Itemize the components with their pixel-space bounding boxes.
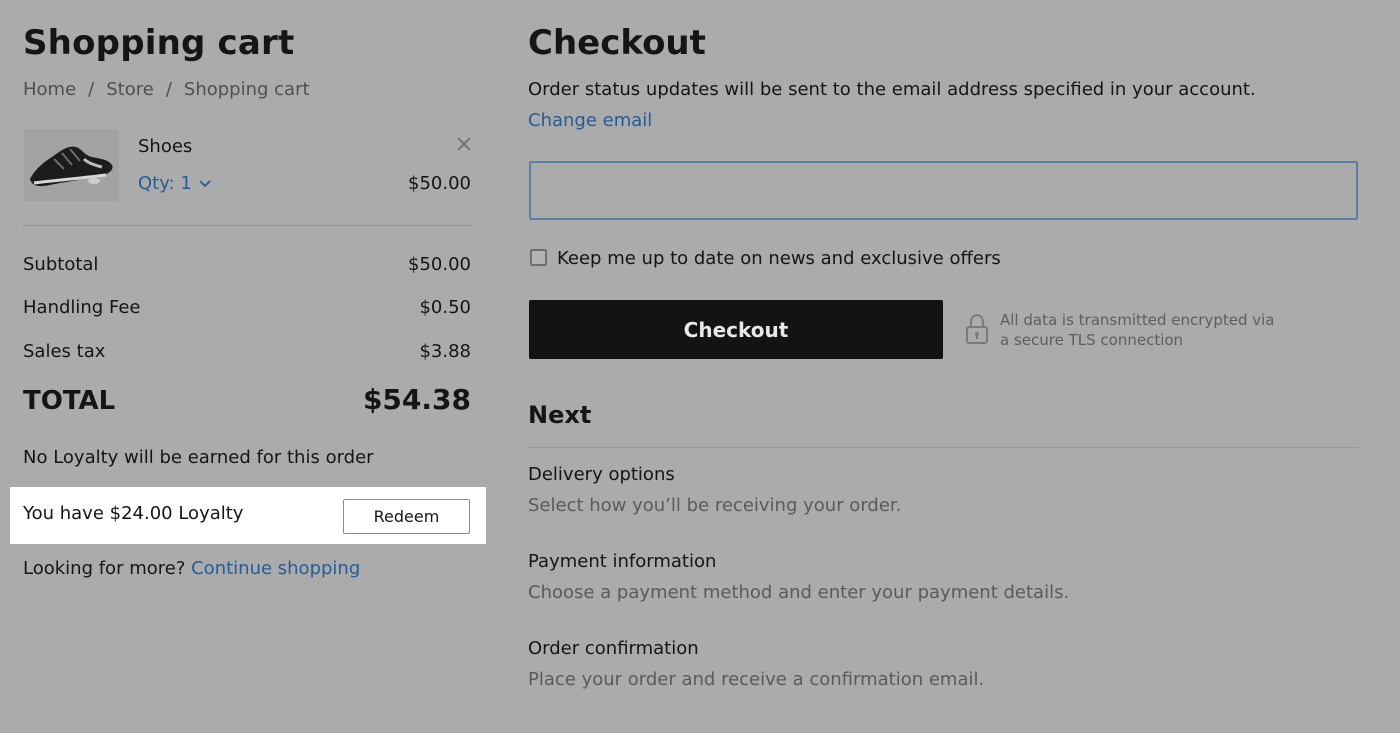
step-desc-delivery: Select how you’ll be receiving your orde… [528, 495, 902, 516]
cart-item-name: Shoes [138, 136, 193, 157]
quantity-label: Qty: 1 [138, 173, 192, 194]
checkout-button[interactable]: Checkout [529, 300, 943, 359]
breadcrumb-store[interactable]: Store [106, 79, 154, 100]
newsletter-label[interactable]: Keep me up to date on news and exclusive… [557, 247, 1001, 271]
sneaker-image [24, 129, 119, 201]
email-field[interactable] [529, 161, 1358, 220]
subtotal-label: Subtotal [23, 254, 99, 275]
breadcrumb-separator: / [165, 79, 172, 100]
total-label: TOTAL [23, 386, 116, 416]
breadcrumb: Home / Store / Shopping cart [23, 78, 310, 102]
secure-note-line2: a secure TLS connection [1000, 331, 1184, 349]
step-title-confirmation: Order confirmation [528, 638, 699, 659]
checkout-title: Checkout [528, 23, 706, 63]
step-title-delivery: Delivery options [528, 464, 675, 485]
cart-item-price: $50.00 [408, 173, 471, 194]
product-thumbnail[interactable] [24, 129, 119, 201]
step-title-payment: Payment information [528, 551, 717, 572]
sales-tax-label: Sales tax [23, 341, 106, 362]
step-desc-confirmation: Place your order and receive a confirmat… [528, 669, 985, 690]
breadcrumb-separator: / [88, 79, 95, 100]
handling-fee-value: $0.50 [419, 297, 471, 318]
change-email-link[interactable]: Change email [528, 109, 652, 133]
divider [528, 447, 1358, 448]
chevron-down-icon [199, 180, 211, 188]
order-status-note: Order status updates will be sent to the… [528, 79, 1256, 100]
secure-connection-note: All data is transmitted encrypted via a … [1000, 310, 1300, 350]
continue-shopping-row: Looking for more? Continue shopping [23, 557, 360, 581]
handling-fee-label: Handling Fee [23, 297, 141, 318]
lock-icon [966, 313, 988, 344]
cart-title: Shopping cart [23, 23, 295, 63]
close-icon[interactable] [454, 134, 474, 154]
loyalty-balance: You have $24.00 Loyalty [23, 503, 244, 524]
loyalty-panel: You have $24.00 Loyalty Redeem [10, 487, 486, 544]
looking-for-more-text: Looking for more? [23, 558, 186, 579]
breadcrumb-home[interactable]: Home [23, 79, 76, 100]
total-value: $54.38 [362, 383, 471, 416]
next-section-title: Next [528, 401, 592, 429]
step-desc-payment: Choose a payment method and enter your p… [528, 582, 1070, 603]
divider [23, 225, 472, 226]
subtotal-value: $50.00 [408, 254, 471, 275]
redeem-button[interactable]: Redeem [343, 499, 470, 534]
newsletter-checkbox[interactable] [530, 249, 547, 266]
sales-tax-value: $3.88 [419, 341, 471, 362]
continue-shopping-link[interactable]: Continue shopping [191, 558, 360, 579]
secure-note-line1: All data is transmitted encrypted via [1000, 311, 1275, 329]
breadcrumb-current: Shopping cart [183, 79, 310, 100]
quantity-selector[interactable]: Qty: 1 [138, 172, 212, 196]
loyalty-note: No Loyalty will be earned for this order [23, 447, 374, 468]
